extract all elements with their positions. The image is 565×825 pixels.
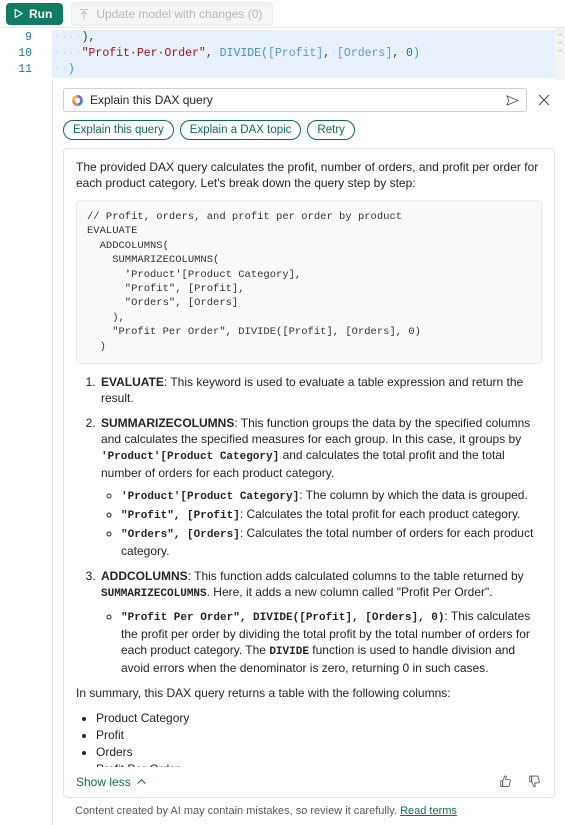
send-icon[interactable] (502, 90, 522, 110)
suggestion-chip-0[interactable]: Explain this query (63, 120, 174, 140)
copilot-answer-card: The provided DAX query calculates the pr… (63, 148, 555, 798)
answer-footer: Show less (64, 767, 554, 797)
show-less-button[interactable]: Show less (76, 775, 147, 789)
inline-text: : This function adds calculated columns … (187, 569, 524, 584)
answer-columns-list: Product CategoryProfitOrdersProfit Per O… (76, 710, 542, 767)
code-line-text: ····"Profit·Per·Order",·DIVIDE([Profit],… (52, 46, 565, 62)
copilot-answer-body: The provided DAX query calculates the pr… (64, 149, 554, 767)
code-row[interactable]: 11 ··) (0, 62, 565, 78)
copilot-suggestion-chips: Explain this query Explain a DAX topic Ret… (53, 112, 565, 140)
answer-code-block: // Profit, orders, and profit per order … (76, 200, 542, 365)
code-line-text: ····), (52, 30, 565, 46)
thumbs-down-icon[interactable] (527, 774, 542, 789)
suggestion-chip-2[interactable]: Retry (307, 120, 355, 140)
step-term: ADDCOLUMNS (101, 569, 188, 584)
answer-step-3: ADDCOLUMNS: This function adds calculate… (99, 568, 542, 676)
line-number: 11 (18, 63, 32, 76)
play-triangle-icon (14, 8, 23, 19)
step-sub-item-3: "Orders", [Orders]: Calculates the total… (121, 525, 542, 559)
ai-disclaimer: Content created by AI may contain mistak… (63, 798, 555, 825)
thumbs-up-icon[interactable] (498, 774, 513, 789)
ai-disclaimer-text: Content created by AI may contain mistak… (75, 805, 397, 817)
code-row[interactable]: 9 ····), (0, 30, 565, 46)
fold-gutter[interactable] (38, 62, 52, 78)
copilot-answer-wrap: The provided DAX query calculates the pr… (53, 140, 565, 825)
answer-step-2: SUMMARIZECOLUMNS: This function groups t… (99, 415, 542, 559)
step-sub-list: 'Product'[Product Category]: The column … (101, 487, 542, 559)
step-sub-item-1: "Profit Per Order", DIVIDE([Profit], [Or… (121, 608, 542, 676)
inline-code: 'Product'[Product Category] (101, 451, 280, 464)
inline-text: . Here, it adds a new column called "Pro… (206, 585, 493, 600)
code-line-text: ··) (52, 62, 565, 78)
summary-column-2: Profit (96, 727, 542, 743)
inline-code: "Profit Per Order", DIVIDE([Profit], [Or… (121, 612, 445, 625)
upload-arrow-icon (80, 8, 89, 19)
line-number: 9 (25, 31, 32, 44)
answer-steps-list: EVALUATE: This keyword is used to evalua… (76, 374, 542, 676)
step-term: SUMMARIZECOLUMNS (101, 416, 235, 431)
copilot-prompt-input[interactable] (90, 93, 502, 107)
fold-gutter[interactable] (38, 46, 52, 62)
answer-summary-intro: In summary, this DAX query returns a tab… (76, 686, 451, 701)
step-text: : This keyword is used to evaluate a tab… (101, 375, 524, 406)
copilot-prompt-box[interactable] (63, 88, 527, 112)
code-row[interactable]: 10 ····"Profit·Per·Order",·DIVIDE([Profit… (0, 46, 565, 62)
inline-code: DIVIDE (269, 646, 309, 659)
update-model-label: Update model with changes (0) (96, 6, 263, 21)
dax-code-editor[interactable]: 9 ····), 10 ····"Profit·Per·Order",·DIVIDE(… (0, 28, 565, 80)
feedback-icons (498, 774, 542, 789)
inline-code: "Orders", [Orders] (121, 529, 240, 542)
summary-column-3: Orders (96, 744, 542, 760)
close-icon[interactable] (533, 90, 555, 110)
step-sub-item-2: "Profit", [Profit]: Calculates the total… (121, 506, 542, 524)
suggestion-chip-1[interactable]: Explain a DAX topic (179, 120, 302, 140)
editor-scrollbar[interactable] (555, 28, 565, 80)
editor-toolbar: Run Update model with changes (0) (0, 0, 565, 28)
inline-code: 'Product'[Product Category] (121, 491, 300, 504)
copilot-prompt-row (53, 80, 565, 112)
step-sub-item-1: 'Product'[Product Category]: The column … (121, 487, 542, 505)
run-button[interactable]: Run (6, 2, 64, 25)
answer-step-1: EVALUATE: This keyword is used to evalua… (99, 374, 542, 406)
run-button-label: Run (29, 6, 53, 21)
read-terms-link[interactable]: Read terms (400, 805, 457, 817)
sub-item-text: : Calculates the total profit for each p… (239, 507, 521, 522)
step-term: EVALUATE (101, 375, 164, 390)
summary-column-1: Product Category (96, 710, 542, 726)
inline-code: "Profit", [Profit] (121, 510, 240, 523)
answer-intro-paragraph: The provided DAX query calculates the pr… (76, 160, 539, 190)
fold-gutter[interactable] (38, 30, 52, 46)
update-model-button[interactable]: Update model with changes (0) (71, 1, 274, 26)
step-sub-list: "Profit Per Order", DIVIDE([Profit], [Or… (101, 608, 542, 676)
chevron-up-icon (137, 779, 146, 784)
copilot-icon (72, 94, 83, 106)
show-less-label: Show less (76, 774, 131, 789)
line-number: 10 (18, 47, 32, 60)
sub-item-text: : The column by which the data is groupe… (299, 488, 528, 503)
copilot-panel: Explain this queryExplain a DAX topicRet… (52, 80, 565, 825)
inline-code: SUMMARIZECOLUMNS (101, 588, 207, 601)
